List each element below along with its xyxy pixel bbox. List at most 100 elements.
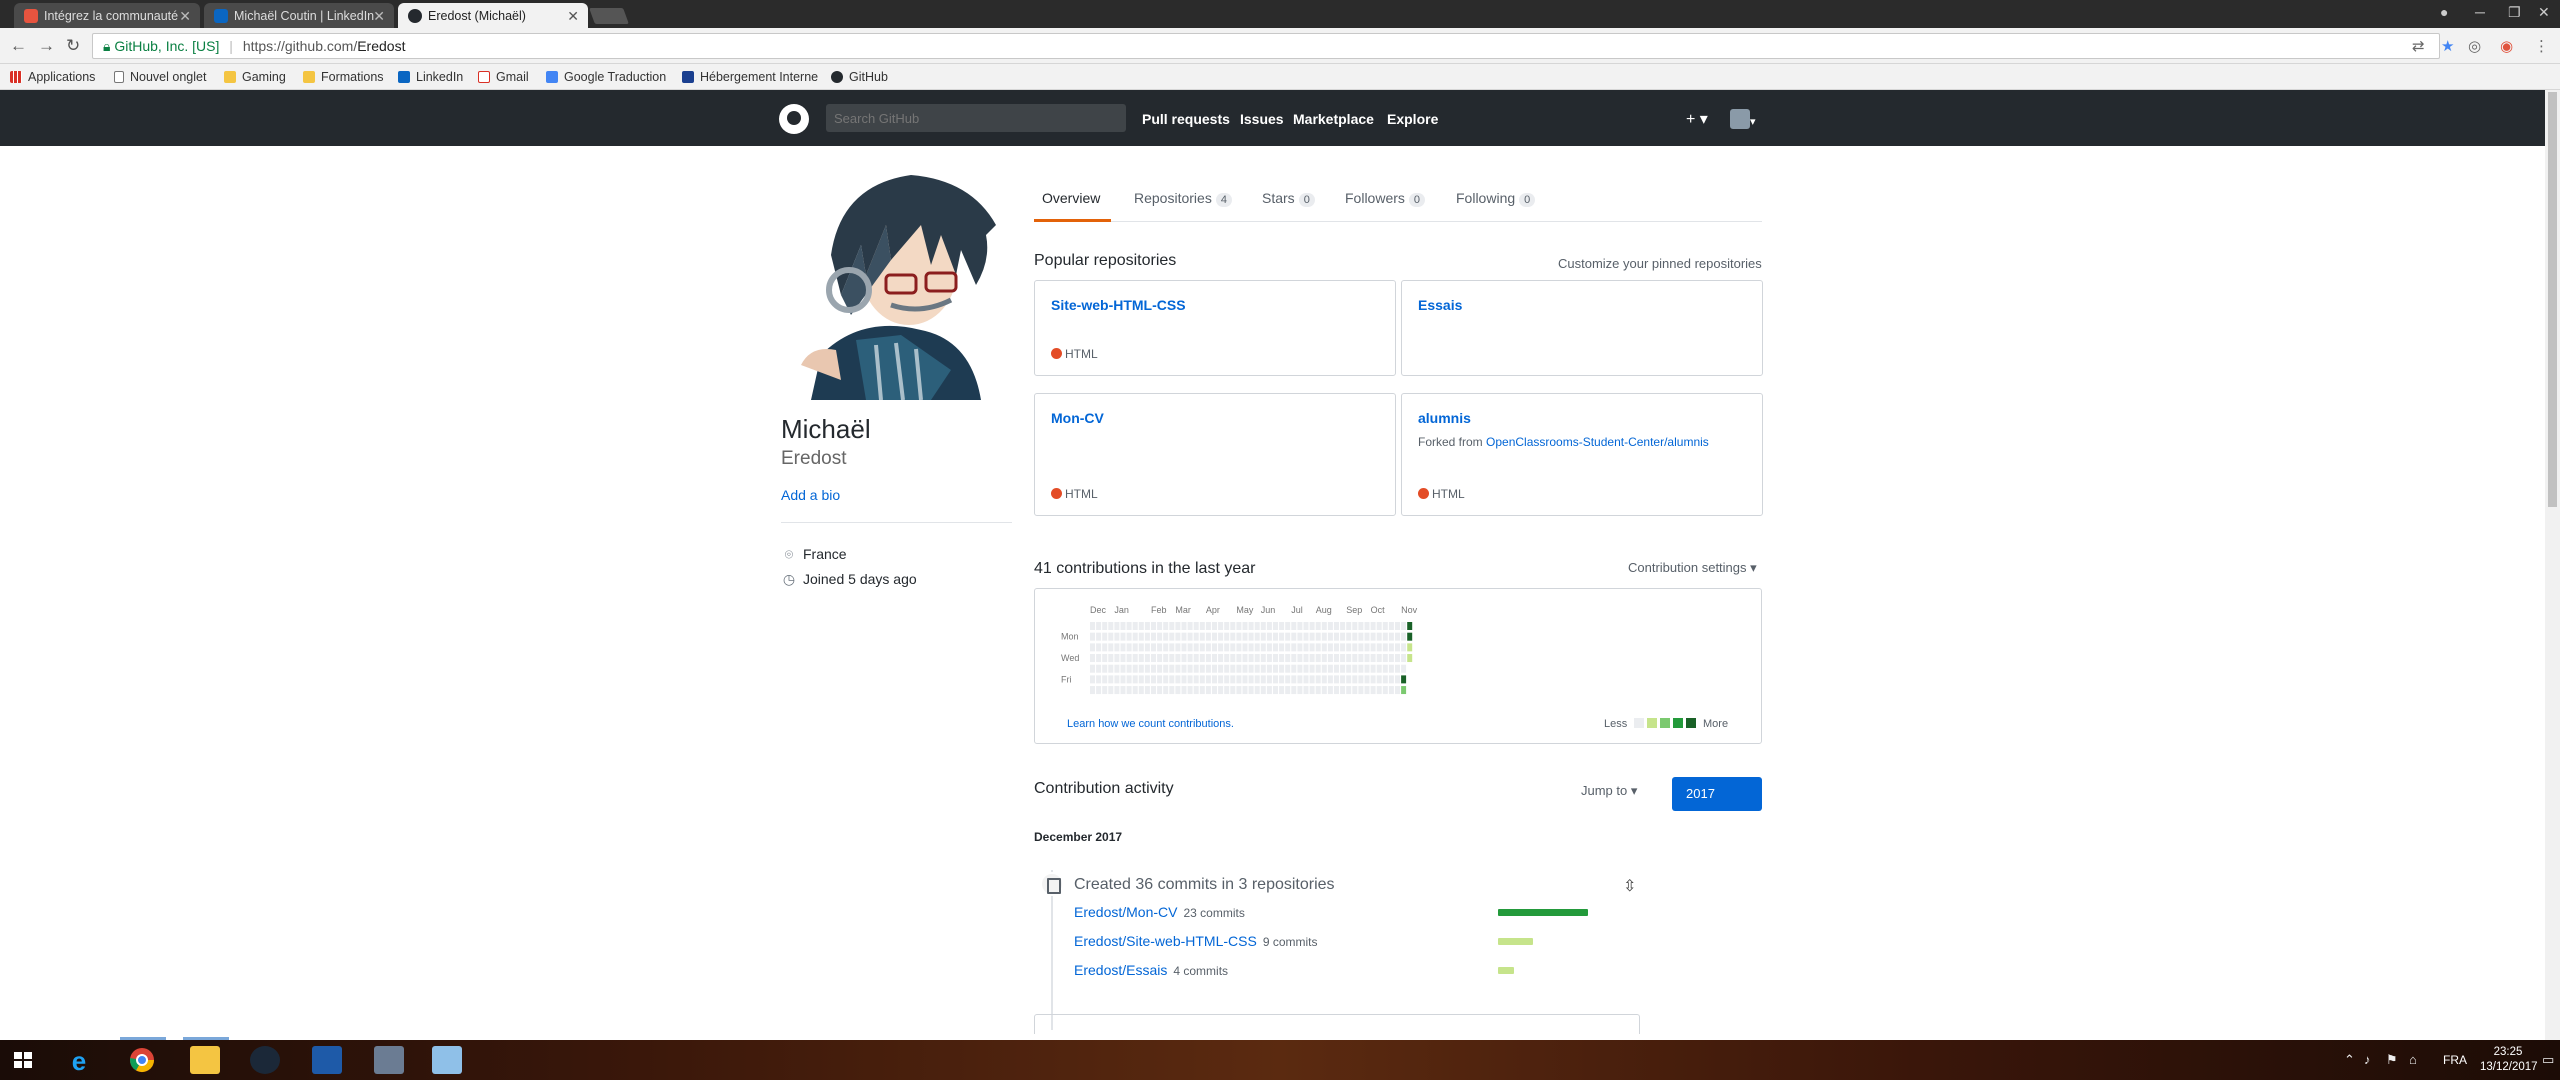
contribution-day[interactable] xyxy=(1120,643,1126,652)
contribution-day[interactable] xyxy=(1224,654,1230,663)
contribution-day[interactable] xyxy=(1266,643,1272,652)
contribution-day[interactable] xyxy=(1285,664,1291,673)
contribution-day[interactable] xyxy=(1230,622,1236,630)
contribution-day[interactable] xyxy=(1395,622,1400,630)
contribution-day[interactable] xyxy=(1376,675,1382,684)
contribution-settings-dropdown[interactable]: Contribution settings ▾ xyxy=(1628,560,1757,576)
contribution-day[interactable] xyxy=(1163,643,1169,652)
contribution-day[interactable] xyxy=(1157,654,1163,663)
chrome-menu-icon[interactable]: ⋮ xyxy=(2534,37,2549,55)
customize-pinned-link[interactable]: Customize your pinned repositories xyxy=(1558,256,1762,271)
contribution-day[interactable] xyxy=(1163,654,1169,663)
contribution-day[interactable] xyxy=(1382,654,1388,663)
contribution-day[interactable] xyxy=(1395,654,1400,663)
contribution-day[interactable] xyxy=(1285,643,1291,652)
contribution-day[interactable] xyxy=(1364,675,1370,684)
contribution-day[interactable] xyxy=(1199,675,1205,684)
network-icon[interactable]: ⌂ xyxy=(2409,1052,2417,1067)
contribution-day[interactable] xyxy=(1224,643,1230,652)
bookmark-github[interactable]: GitHub xyxy=(831,70,888,84)
contribution-day[interactable] xyxy=(1242,622,1248,630)
contribution-day[interactable] xyxy=(1175,622,1181,630)
contribution-day[interactable] xyxy=(1370,664,1376,673)
close-tab-icon[interactable]: ✕ xyxy=(567,8,579,25)
contribution-day[interactable] xyxy=(1193,622,1199,630)
contribution-day[interactable] xyxy=(1199,654,1205,663)
contribution-day[interactable] xyxy=(1388,675,1394,684)
contribution-day[interactable] xyxy=(1376,643,1382,652)
contribution-day[interactable] xyxy=(1352,643,1358,652)
tray-overflow-icon[interactable]: ⌃ xyxy=(2344,1052,2355,1068)
contribution-day[interactable] xyxy=(1401,622,1407,630)
tab-followers[interactable]: Followers 0 xyxy=(1345,190,1426,207)
contribution-day[interactable] xyxy=(1242,664,1248,673)
contribution-day[interactable] xyxy=(1291,622,1297,630)
activity-repo-link[interactable]: Eredost/Essais xyxy=(1074,962,1167,978)
contribution-day[interactable] xyxy=(1315,686,1321,695)
contribution-day[interactable] xyxy=(1358,622,1364,630)
contribution-day[interactable] xyxy=(1120,632,1126,641)
contribution-day[interactable] xyxy=(1102,632,1108,641)
contribution-day[interactable] xyxy=(1218,622,1224,630)
contribution-day[interactable] xyxy=(1315,664,1321,673)
contribution-day[interactable] xyxy=(1224,622,1230,630)
forward-icon[interactable]: → xyxy=(38,36,55,56)
contribution-day[interactable] xyxy=(1382,664,1388,673)
contribution-day[interactable] xyxy=(1352,632,1358,641)
contribution-day[interactable] xyxy=(1242,686,1248,695)
contribution-day[interactable] xyxy=(1138,675,1144,684)
contribution-day[interactable] xyxy=(1273,643,1278,652)
contribution-day[interactable] xyxy=(1297,664,1303,673)
contribution-day[interactable] xyxy=(1236,643,1242,652)
contribution-day[interactable] xyxy=(1224,686,1230,695)
nav-marketplace[interactable]: Marketplace xyxy=(1293,111,1374,127)
notifications-icon[interactable]: ▭ xyxy=(2542,1052,2554,1068)
jump-to-dropdown[interactable]: Jump to ▾ xyxy=(1581,783,1637,799)
contribution-day[interactable] xyxy=(1309,664,1315,673)
contribution-day[interactable] xyxy=(1254,632,1260,641)
contribution-day[interactable] xyxy=(1266,686,1272,695)
contribution-day[interactable] xyxy=(1303,686,1309,695)
contribution-day[interactable] xyxy=(1358,675,1364,684)
contribution-day[interactable] xyxy=(1175,654,1181,663)
contribution-day[interactable] xyxy=(1212,675,1217,684)
contribution-day[interactable] xyxy=(1157,675,1163,684)
translate-icon[interactable]: ⇄ xyxy=(2412,37,2425,55)
contribution-day[interactable] xyxy=(1175,632,1181,641)
contribution-day[interactable] xyxy=(1212,643,1217,652)
contribution-day[interactable] xyxy=(1321,622,1327,630)
contribution-day[interactable] xyxy=(1370,654,1376,663)
contribution-day[interactable] xyxy=(1236,664,1242,673)
contribution-day[interactable] xyxy=(1309,622,1315,630)
contribution-day[interactable] xyxy=(1157,664,1163,673)
contribution-day[interactable] xyxy=(1096,643,1102,652)
contribution-day[interactable] xyxy=(1102,675,1108,684)
contribution-day[interactable] xyxy=(1102,622,1108,630)
close-tab-icon[interactable]: ✕ xyxy=(179,8,191,25)
contribution-day[interactable] xyxy=(1358,632,1364,641)
contribution-day[interactable] xyxy=(1218,654,1224,663)
contribution-day[interactable] xyxy=(1248,664,1254,673)
contribution-day[interactable] xyxy=(1352,686,1358,695)
chrome-icon[interactable] xyxy=(127,1046,157,1074)
contribution-day[interactable] xyxy=(1334,654,1339,663)
contribution-day[interactable] xyxy=(1236,675,1242,684)
bookmark-google-traduction[interactable]: Google Traduction xyxy=(546,70,666,84)
contribution-day[interactable] xyxy=(1291,675,1297,684)
avatar[interactable] xyxy=(781,165,1011,400)
contribution-day[interactable] xyxy=(1364,664,1370,673)
reload-icon[interactable]: ↻ xyxy=(66,36,80,56)
contribution-day[interactable] xyxy=(1138,643,1144,652)
contribution-day[interactable] xyxy=(1285,654,1291,663)
contribution-day[interactable] xyxy=(1346,664,1352,673)
repo-name-link[interactable]: Mon-CV xyxy=(1051,410,1104,426)
contribution-day[interactable] xyxy=(1120,622,1126,630)
contribution-day[interactable] xyxy=(1260,664,1266,673)
contribution-day[interactable] xyxy=(1340,686,1346,695)
contribution-day[interactable] xyxy=(1327,686,1333,695)
input-language[interactable]: FRA xyxy=(2443,1053,2467,1067)
contribution-day[interactable] xyxy=(1144,654,1150,663)
contribution-day[interactable] xyxy=(1309,686,1315,695)
contribution-day[interactable] xyxy=(1096,632,1102,641)
contribution-day[interactable] xyxy=(1376,654,1382,663)
